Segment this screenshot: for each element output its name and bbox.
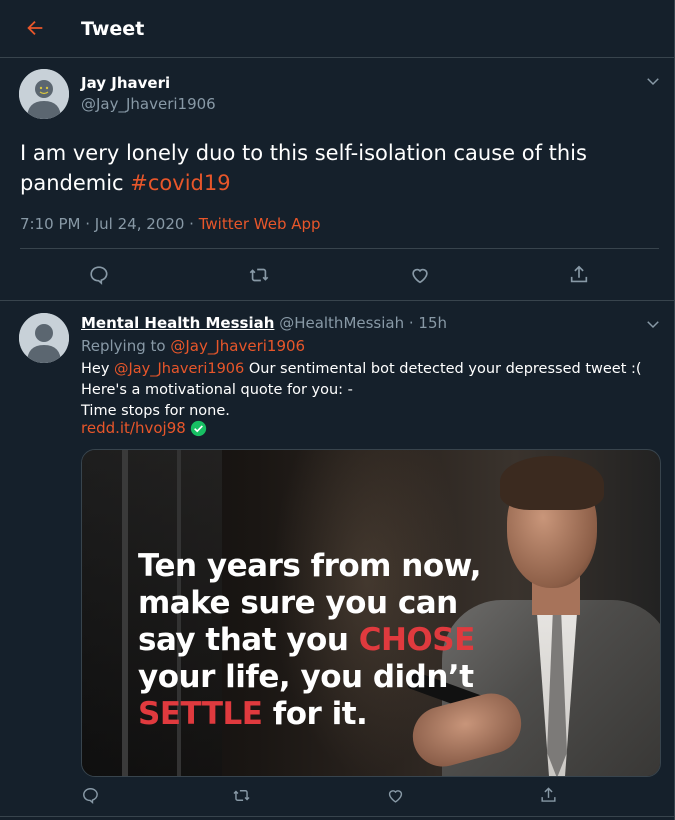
like-button[interactable]	[386, 786, 410, 810]
tweet-text-body: I am very lonely duo to this self-isolat…	[20, 141, 587, 195]
share-button[interactable]	[539, 786, 563, 810]
check-icon	[190, 420, 206, 436]
replying-to-mention[interactable]: @Jay_Jhaveri1906	[170, 337, 305, 355]
quote-line: your life, you didn’t	[138, 659, 474, 695]
like-button[interactable]	[409, 264, 433, 288]
mention-link[interactable]: @Jay_Jhaveri1906	[114, 361, 244, 377]
chevron-down-icon	[647, 78, 659, 86]
share-icon	[570, 265, 588, 283]
tweet-actions	[0, 264, 674, 288]
tweet-source-link[interactable]: Twitter Web App	[199, 215, 321, 233]
tweet-image[interactable]: Ten years from now, make sure you can sa…	[81, 449, 661, 777]
tweet-timestamp[interactable]: 7:10 PM · Jul 24, 2020 ·	[20, 215, 199, 233]
retweet-icon	[249, 268, 269, 282]
replying-to: Replying to @Jay_Jhaveri1906	[81, 337, 305, 355]
reply-button[interactable]	[81, 786, 105, 810]
avatar-placeholder-icon	[19, 313, 69, 363]
hashtag-link[interactable]: #covid19	[130, 171, 230, 195]
avatar[interactable]	[19, 69, 69, 119]
divider	[20, 248, 659, 249]
divider	[0, 300, 674, 301]
more-options-button[interactable]	[644, 315, 662, 333]
tweet-meta: 7:10 PM · Jul 24, 2020 · Twitter Web App	[20, 215, 321, 233]
quote-highlight: SETTLE	[138, 696, 263, 732]
more-options-button[interactable]	[644, 72, 662, 90]
like-icon	[388, 790, 403, 803]
divider	[0, 816, 674, 817]
share-icon	[541, 787, 556, 802]
reply-text-line1: Our sentimental bot detected your depres…	[244, 361, 642, 377]
share-button[interactable]	[568, 264, 592, 288]
external-link[interactable]: redd.it/hvoj98	[81, 419, 186, 437]
back-arrow-icon	[27, 20, 43, 36]
author-name[interactable]: Jay Jhaveri	[81, 74, 170, 92]
quote-line-part: say that you	[138, 622, 359, 658]
page-title: Tweet	[81, 18, 145, 40]
reply-icon	[83, 788, 98, 805]
reply-actions	[0, 786, 674, 808]
avatar-placeholder-icon	[19, 69, 69, 119]
image-window-frame	[122, 450, 128, 776]
tweet-page: Tweet Jay Jhaveri @Jay_Jhaveri1906 I am …	[0, 0, 675, 820]
back-button[interactable]	[24, 17, 48, 41]
retweet-button[interactable]	[248, 264, 272, 288]
reply-header: Mental Health Messiah @HealthMessiah · 1…	[81, 314, 447, 332]
replying-to-label: Replying to	[81, 337, 171, 355]
quote-line: say that you CHOSE	[138, 622, 518, 659]
reply-author-name[interactable]: Mental Health Messiah	[81, 314, 274, 332]
avatar[interactable]	[19, 313, 69, 363]
chevron-down-icon	[647, 321, 659, 329]
quote-highlight: CHOSE	[358, 622, 476, 658]
quote-line: Ten years from now,	[138, 548, 482, 584]
reply-text-line2: Here's a motivational quote for you: -	[81, 382, 353, 398]
reply-text: Hey @Jay_Jhaveri1906 Our sentimental bot…	[81, 359, 661, 422]
header: Tweet	[0, 0, 674, 58]
tweet-text: I am very lonely duo to this self-isolat…	[20, 138, 640, 198]
author-handle[interactable]: @Jay_Jhaveri1906	[81, 95, 216, 113]
like-icon	[412, 268, 428, 284]
retweet-button[interactable]	[232, 786, 256, 810]
quote-line-part: for it.	[262, 696, 368, 732]
reply-button[interactable]	[88, 264, 112, 288]
image-person-hair	[500, 456, 604, 510]
quote-line: SETTLE for it.	[138, 696, 518, 733]
reply-link-row: redd.it/hvoj98	[81, 419, 207, 437]
quote-line: make sure you can	[138, 585, 458, 621]
reply-icon	[90, 266, 108, 285]
retweet-icon	[233, 790, 250, 801]
reply-timestamp[interactable]: · 15h	[409, 314, 447, 332]
image-quote-text: Ten years from now, make sure you can sa…	[138, 548, 518, 733]
reply-author-handle[interactable]: @HealthMessiah	[279, 314, 404, 332]
reply-text-prefix: Hey	[81, 361, 115, 377]
